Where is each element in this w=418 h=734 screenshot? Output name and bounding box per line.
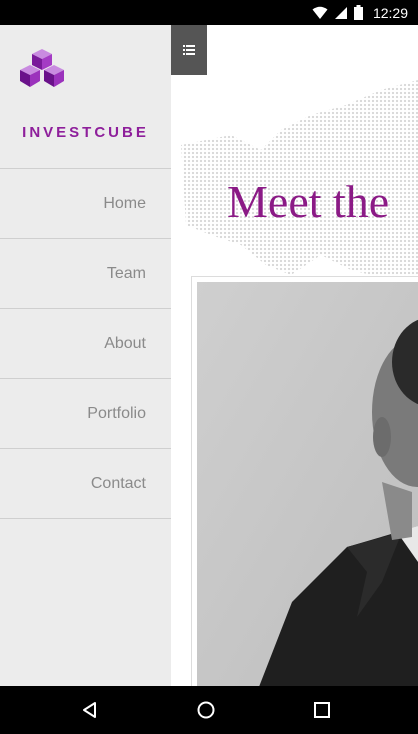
main-content: Meet the [171, 25, 418, 686]
team-member-photo [197, 282, 418, 686]
nav-item-team[interactable]: Team [0, 239, 171, 309]
status-time: 12:29 [372, 4, 408, 21]
nav-item-home[interactable]: Home [0, 169, 171, 239]
nav-drawer: INVESTCUBE Home Team About Portfolio Con… [0, 25, 171, 686]
signal-icon [334, 6, 347, 19]
list-icon [183, 45, 195, 55]
battery-icon [353, 5, 363, 20]
status-icons: 12:29 [312, 4, 408, 21]
brand-name[interactable]: INVESTCUBE [0, 124, 171, 141]
page-headline: Meet the [227, 176, 390, 227]
recents-icon[interactable] [312, 700, 332, 720]
wifi-icon [312, 6, 328, 19]
cubes-logo-icon[interactable] [16, 47, 68, 91]
team-member-card[interactable] [191, 276, 418, 686]
menu-toggle-button[interactable] [171, 25, 207, 75]
back-icon[interactable] [80, 700, 100, 720]
nav-item-about[interactable]: About [0, 309, 171, 379]
drawer-nav: Home Team About Portfolio Contact [0, 168, 171, 519]
status-bar: 12:29 [0, 0, 418, 25]
system-nav-bar [0, 686, 418, 734]
nav-item-portfolio[interactable]: Portfolio [0, 379, 171, 449]
nav-item-contact[interactable]: Contact [0, 449, 171, 519]
home-icon[interactable] [196, 700, 216, 720]
